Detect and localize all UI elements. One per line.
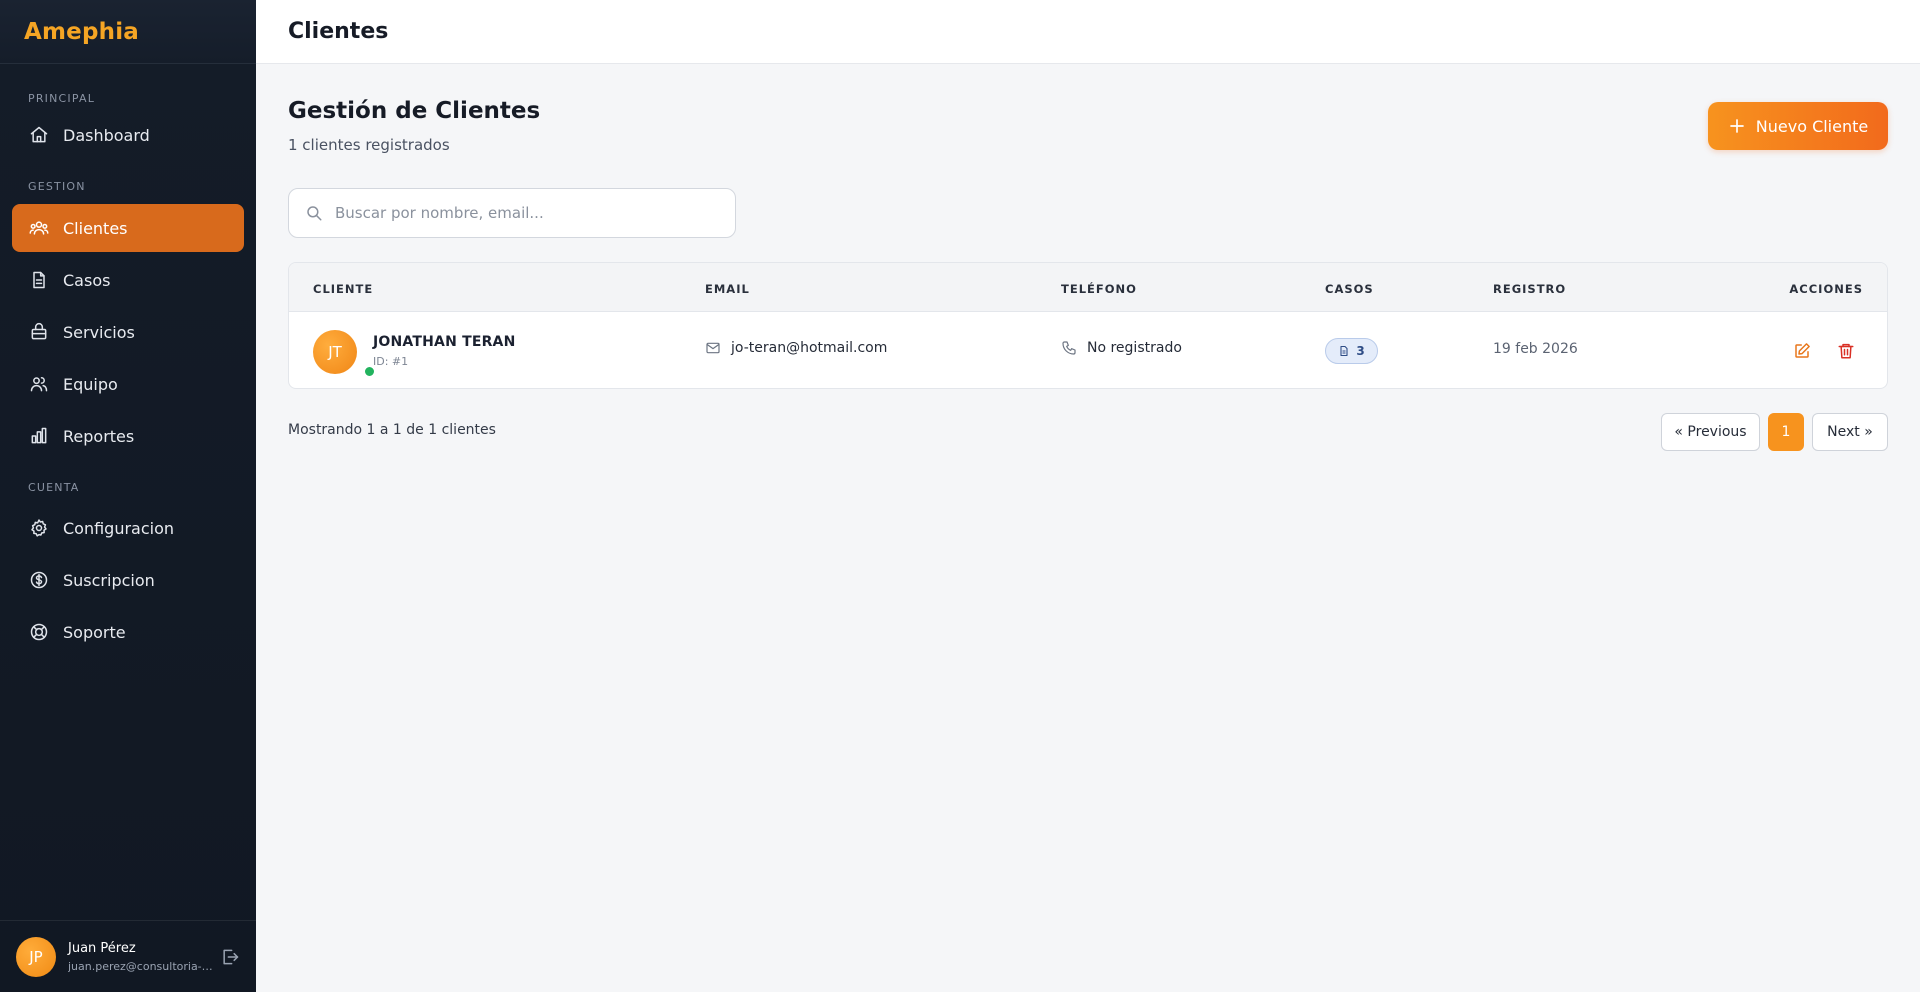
sidebar-item-dashboard[interactable]: Dashboard xyxy=(12,111,244,159)
client-id: ID: #1 xyxy=(373,355,409,368)
pagination: « Previous 1 Next » xyxy=(1661,413,1888,451)
col-header-acciones: ACCIONES xyxy=(1789,282,1863,296)
page-subtitle: 1 clientes registrados xyxy=(288,136,450,154)
sidebar: Amephia PRINCIPAL Dashboard GESTION Clie… xyxy=(0,0,256,992)
client-email: jo-teran@hotmail.com xyxy=(731,340,888,356)
previous-page-button[interactable]: « Previous xyxy=(1661,413,1760,451)
nav-section-gestion: GESTION xyxy=(28,180,86,193)
new-client-label: Nuevo Cliente xyxy=(1755,116,1869,136)
sidebar-item-label: Suscripcion xyxy=(63,570,155,590)
client-name[interactable]: JONATHAN TERAN xyxy=(373,334,516,350)
new-client-button[interactable]: Nuevo Cliente xyxy=(1708,102,1888,150)
col-header-email[interactable]: EMAIL xyxy=(705,282,750,296)
sidebar-item-label: Dashboard xyxy=(63,125,150,145)
lifebuoy-icon xyxy=(30,623,48,641)
sidebar-item-equipo[interactable]: Equipo xyxy=(12,360,244,408)
document-icon xyxy=(1340,345,1348,357)
client-phone-cell: No registrado xyxy=(1061,340,1182,356)
gear-icon xyxy=(31,519,47,537)
logout-icon[interactable] xyxy=(220,947,240,967)
sidebar-item-label: Equipo xyxy=(63,374,118,394)
search-input[interactable] xyxy=(335,204,715,222)
sidebar-item-label: Casos xyxy=(63,270,111,290)
sidebar-item-servicios[interactable]: Servicios xyxy=(12,308,244,356)
col-header-cliente[interactable]: CLIENTE xyxy=(313,282,373,296)
sidebar-item-label: Servicios xyxy=(63,322,135,342)
user-avatar[interactable]: JP xyxy=(16,936,56,977)
user-profile[interactable]: JP Juan Pérez juan.perez@consultoria-a..… xyxy=(0,920,256,992)
col-header-casos[interactable]: CASOS xyxy=(1325,282,1374,296)
sidebar-item-label: Configuracion xyxy=(63,518,175,538)
phone-icon xyxy=(1062,341,1076,355)
page-button-1[interactable]: 1 xyxy=(1768,413,1804,451)
cases-count-badge[interactable]: 3 xyxy=(1325,338,1378,364)
sidebar-item-suscripcion[interactable]: Suscripcion xyxy=(12,556,244,604)
sidebar-item-casos[interactable]: Casos xyxy=(12,256,244,304)
clients-table: CLIENTE EMAIL TELÉFONO CASOS REGISTRO AC… xyxy=(288,262,1888,389)
plus-icon xyxy=(1729,119,1744,133)
sidebar-item-soporte[interactable]: Soporte xyxy=(12,608,244,656)
table-row[interactable]: JT JONATHAN TERAN ID: #1 jo-teran@hotmai… xyxy=(289,312,1887,388)
client-avatar: JT xyxy=(313,330,357,374)
client-registration-date: 19 feb 2026 xyxy=(1493,341,1578,357)
client-email-cell: jo-teran@hotmail.com xyxy=(705,340,887,356)
sidebar-item-label: Soporte xyxy=(63,622,126,642)
bar-chart-icon xyxy=(31,427,47,444)
brand[interactable]: Amephia xyxy=(0,0,256,64)
sidebar-item-label: Reportes xyxy=(63,426,135,446)
topbar: Clientes xyxy=(256,0,1920,64)
pagination-summary: Mostrando 1 a 1 de 1 clientes xyxy=(288,422,496,438)
main-content: Gestión de Clientes 1 clientes registrad… xyxy=(256,64,1920,992)
col-header-telefono[interactable]: TELÉFONO xyxy=(1061,282,1137,296)
edit-icon xyxy=(1795,343,1810,358)
col-header-registro[interactable]: REGISTRO xyxy=(1493,282,1566,296)
edit-client-button[interactable] xyxy=(1791,340,1813,362)
user-name: Juan Pérez xyxy=(68,940,136,956)
user-email: juan.perez@consultoria-a... xyxy=(68,959,216,973)
briefcase-icon xyxy=(31,323,47,340)
sidebar-item-configuracion[interactable]: Configuracion xyxy=(12,504,244,552)
search-icon xyxy=(307,206,322,221)
next-page-button[interactable]: Next » xyxy=(1812,413,1888,451)
table-header: CLIENTE EMAIL TELÉFONO CASOS REGISTRO AC… xyxy=(289,263,1887,312)
user-info: Juan Pérez juan.perez@consultoria-a... xyxy=(68,941,216,973)
sidebar-item-clientes[interactable]: Clientes xyxy=(12,204,244,252)
mail-icon xyxy=(706,342,720,354)
document-icon xyxy=(33,271,45,289)
search-box[interactable] xyxy=(288,188,736,238)
sidebar-item-label: Clientes xyxy=(63,218,128,238)
nav-section-principal: PRINCIPAL xyxy=(28,92,96,105)
trash-icon xyxy=(1838,343,1854,359)
client-phone: No registrado xyxy=(1087,340,1182,356)
nav-section-cuenta: CUENTA xyxy=(28,481,80,494)
topbar-title: Clientes xyxy=(288,19,389,44)
dollar-icon xyxy=(30,571,48,589)
brand-logo-text[interactable]: Amephia xyxy=(24,19,139,45)
delete-client-button[interactable] xyxy=(1835,340,1857,362)
sidebar-item-reportes[interactable]: Reportes xyxy=(12,412,244,460)
page-title: Gestión de Clientes xyxy=(288,98,541,124)
team-icon xyxy=(30,377,48,392)
cases-count: 3 xyxy=(1356,344,1365,358)
users-icon xyxy=(29,221,49,235)
home-icon xyxy=(30,126,48,143)
